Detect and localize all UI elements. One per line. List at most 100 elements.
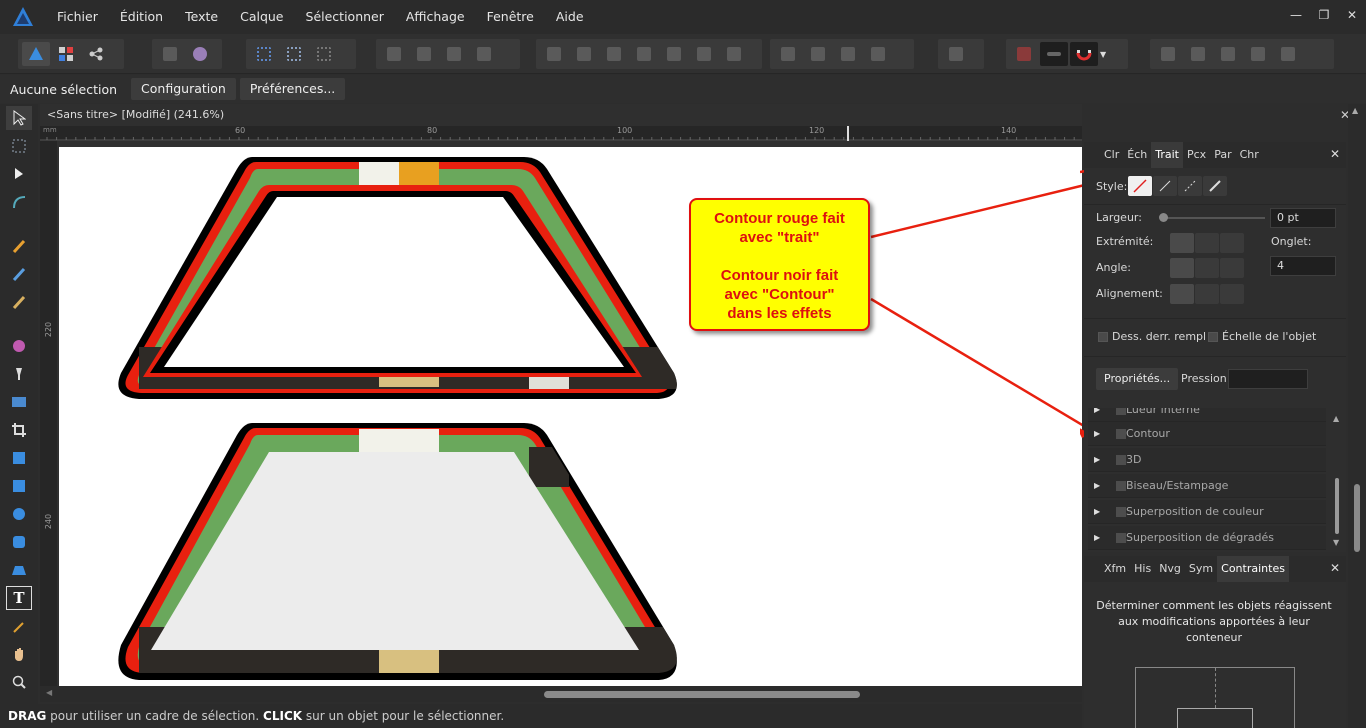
distribute-dropdown-icon[interactable]	[942, 42, 970, 66]
tab-symbols[interactable]: Sym	[1185, 556, 1217, 582]
pressure-graph[interactable]	[1228, 369, 1308, 389]
rotate-left-icon[interactable]	[834, 42, 862, 66]
width-slider-thumb[interactable]	[1159, 213, 1168, 222]
bevel-join-icon[interactable]	[1220, 258, 1244, 278]
move-tool-icon[interactable]	[6, 106, 32, 130]
effect-row-gradient-overlay[interactable]: ▶ Superposition de dégradés	[1088, 526, 1326, 550]
align-bottom-icon[interactable]	[690, 42, 718, 66]
scroll-left-icon[interactable]: ◀	[46, 688, 52, 697]
configuration-button[interactable]: Configuration	[131, 78, 236, 100]
draw-behind-checkbox[interactable]	[1098, 332, 1108, 342]
place-image-tool-icon[interactable]	[6, 390, 32, 414]
vector-crop-tool-icon[interactable]	[6, 446, 32, 470]
snap-bounds-icon[interactable]	[250, 42, 278, 66]
round-cap-icon[interactable]	[1195, 233, 1219, 253]
constraints-container-diagram[interactable]	[1135, 667, 1295, 728]
menu-selectionner[interactable]: Sélectionner	[295, 0, 395, 34]
zoom-tool-icon[interactable]	[6, 670, 32, 694]
corner-tool-icon[interactable]	[6, 190, 32, 214]
effect-row-contour[interactable]: ▶ Contour	[1088, 422, 1326, 446]
shape-tool-icon[interactable]	[156, 42, 184, 66]
scroll-up-icon[interactable]: ▲	[1333, 414, 1339, 423]
butt-cap-icon[interactable]	[1170, 233, 1194, 253]
minimize-icon[interactable]: —	[1282, 0, 1310, 30]
flip-vertical-icon[interactable]	[804, 42, 832, 66]
tab-paragraph[interactable]: Par	[1210, 142, 1235, 168]
width-slider[interactable]	[1162, 217, 1265, 219]
snapping-magnet-icon[interactable]	[1070, 42, 1098, 66]
menu-fenetre[interactable]: Fenêtre	[476, 0, 545, 34]
horizontal-scroll-thumb[interactable]	[544, 691, 860, 698]
rectangle-tool-icon[interactable]	[6, 474, 32, 498]
align-top-icon[interactable]	[630, 42, 658, 66]
export-persona-icon[interactable]	[82, 42, 110, 66]
effect-row-bevel[interactable]: ▶ Biseau/Estampage	[1088, 474, 1326, 498]
arrange-forward-icon[interactable]	[440, 42, 468, 66]
snapping-dropdown-icon[interactable]: ▼	[1100, 50, 1106, 59]
color-picker-tool-icon[interactable]	[6, 614, 32, 638]
node-tool-icon[interactable]	[6, 162, 32, 186]
tab-color[interactable]: Clr	[1100, 142, 1123, 168]
designer-persona-icon[interactable]	[22, 42, 50, 66]
transparency-tool-icon[interactable]	[6, 362, 32, 386]
scale-object-checkbox[interactable]	[1208, 332, 1218, 342]
tab-character[interactable]: Chr	[1236, 142, 1263, 168]
effect-row-3d[interactable]: ▶ 3D	[1088, 448, 1326, 472]
boolean-subtract-icon[interactable]	[1184, 42, 1212, 66]
flip-horizontal-icon[interactable]	[774, 42, 802, 66]
dashed-line-icon[interactable]	[1178, 176, 1202, 196]
menu-texte[interactable]: Texte	[174, 0, 229, 34]
panel-close-icon[interactable]: ✕	[1330, 556, 1340, 580]
close-icon[interactable]: ✕	[1338, 0, 1366, 30]
hand-tool-icon[interactable]	[6, 642, 32, 666]
tab-navigator[interactable]: Nvg	[1155, 556, 1185, 582]
vector-brush-tool-icon[interactable]	[6, 290, 32, 314]
text-tool-icon[interactable]: T	[6, 586, 32, 610]
align-left-icon[interactable]	[540, 42, 568, 66]
align-middle-icon[interactable]	[660, 42, 688, 66]
menu-affichage[interactable]: Affichage	[395, 0, 476, 34]
vertical-scroll-thumb[interactable]	[1354, 484, 1360, 552]
effect-row[interactable]: ▶ Lueur interne	[1088, 408, 1326, 422]
texture-line-icon[interactable]	[1203, 176, 1227, 196]
snap-geometry-icon[interactable]	[280, 42, 308, 66]
menu-calque[interactable]: Calque	[229, 0, 294, 34]
snap-transform-icon[interactable]	[310, 42, 338, 66]
document-page[interactable]	[59, 147, 1082, 686]
rotate-right-icon[interactable]	[864, 42, 892, 66]
arrange-backward-icon[interactable]	[410, 42, 438, 66]
effect-row-color-overlay[interactable]: ▶ Superposition de couleur	[1088, 500, 1326, 524]
artboard-tool-icon[interactable]	[6, 134, 32, 158]
rounded-rectangle-tool-icon[interactable]	[6, 530, 32, 554]
no-stroke-icon[interactable]	[1128, 176, 1152, 196]
tab-brushes[interactable]: Pcx	[1183, 142, 1210, 168]
pixel-persona-icon[interactable]	[52, 42, 80, 66]
round-join-icon[interactable]	[1195, 258, 1219, 278]
tab-transform[interactable]: Xfm	[1100, 556, 1130, 582]
tab-swatches[interactable]: Éch	[1123, 142, 1151, 168]
boolean-divide-icon[interactable]	[1274, 42, 1302, 66]
effects-scroll-thumb[interactable]	[1335, 478, 1339, 534]
align-spacing-icon[interactable]	[720, 42, 748, 66]
menu-fichier[interactable]: Fichier	[46, 0, 109, 34]
color-wheel-icon[interactable]	[186, 42, 214, 66]
crop-tool-icon[interactable]	[6, 418, 32, 442]
horizontal-scrollbar[interactable]: ◀	[40, 686, 1082, 702]
pencil-tool-icon[interactable]	[6, 262, 32, 286]
pen-tool-icon[interactable]	[6, 234, 32, 258]
tab-constraints[interactable]: Contraintes	[1217, 556, 1289, 582]
align-center-icon[interactable]	[570, 42, 598, 66]
fill-tool-icon[interactable]	[6, 334, 32, 358]
align-inside-stroke-icon[interactable]	[1195, 284, 1219, 304]
scroll-down-icon[interactable]: ▼	[1333, 538, 1339, 547]
solid-line-icon[interactable]	[1153, 176, 1177, 196]
tab-stroke[interactable]: Trait	[1151, 142, 1183, 168]
boolean-xor-icon[interactable]	[1244, 42, 1272, 66]
boolean-add-icon[interactable]	[1154, 42, 1182, 66]
boolean-intersect-icon[interactable]	[1214, 42, 1242, 66]
restore-icon[interactable]: ❐	[1310, 0, 1338, 30]
bottom-trapezoid-shape[interactable]	[118, 423, 679, 680]
top-trapezoid-shape[interactable]	[118, 157, 679, 399]
scroll-up-icon[interactable]: ▲	[1352, 106, 1358, 115]
properties-button[interactable]: Propriétés...	[1096, 368, 1179, 390]
